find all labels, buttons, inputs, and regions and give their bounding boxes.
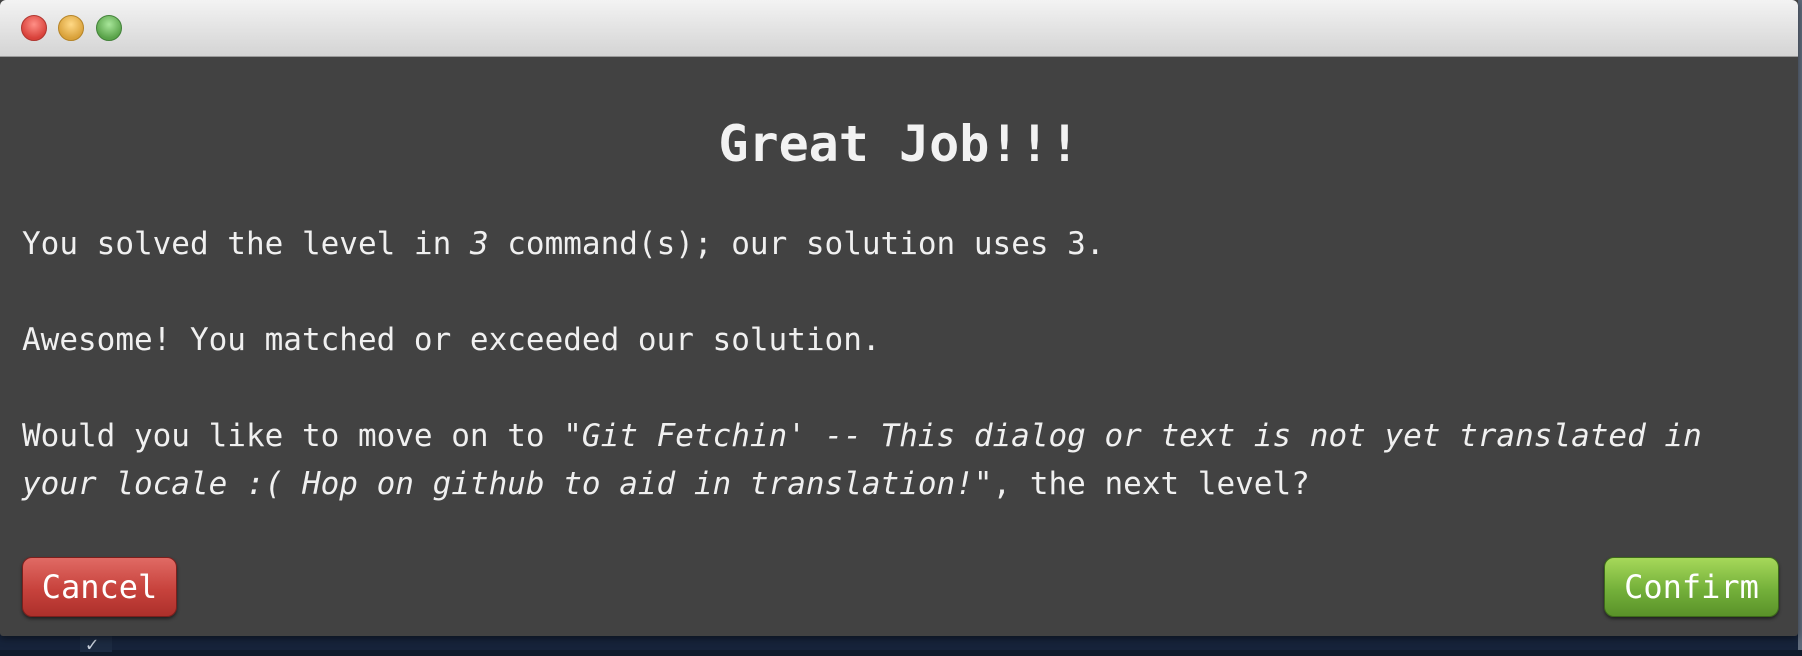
solution-count-text: You solved the level in 3 command(s); ou… — [22, 220, 1782, 268]
result-message: Awesome! You matched or exceeded our sol… — [22, 322, 881, 358]
dialog-title: Great Job!!! — [718, 115, 1080, 173]
cancel-button[interactable]: Cancel — [22, 557, 177, 617]
background-window-edge — [1798, 0, 1802, 650]
next-level-suffix: ", the next level? — [973, 466, 1310, 502]
solution-count-prefix: You solved the level in — [22, 226, 470, 262]
minimize-icon[interactable] — [58, 15, 84, 41]
confirm-button[interactable]: Confirm — [1604, 557, 1779, 617]
window-titlebar — [0, 0, 1798, 57]
checkbox-icon: ✓ — [86, 632, 99, 656]
level-complete-dialog: Great Job!!! You solved the level in 3 c… — [0, 0, 1798, 636]
user-command-count: 3 — [469, 226, 489, 262]
zoom-icon[interactable] — [96, 15, 122, 41]
solution-count-suffix: command(s); our solution uses 3. — [488, 226, 1105, 262]
next-level-prefix: Would you like to move on to " — [22, 418, 582, 454]
close-icon[interactable] — [21, 15, 47, 41]
next-level-prompt: Would you like to move on to "Git Fetchi… — [22, 412, 1782, 508]
